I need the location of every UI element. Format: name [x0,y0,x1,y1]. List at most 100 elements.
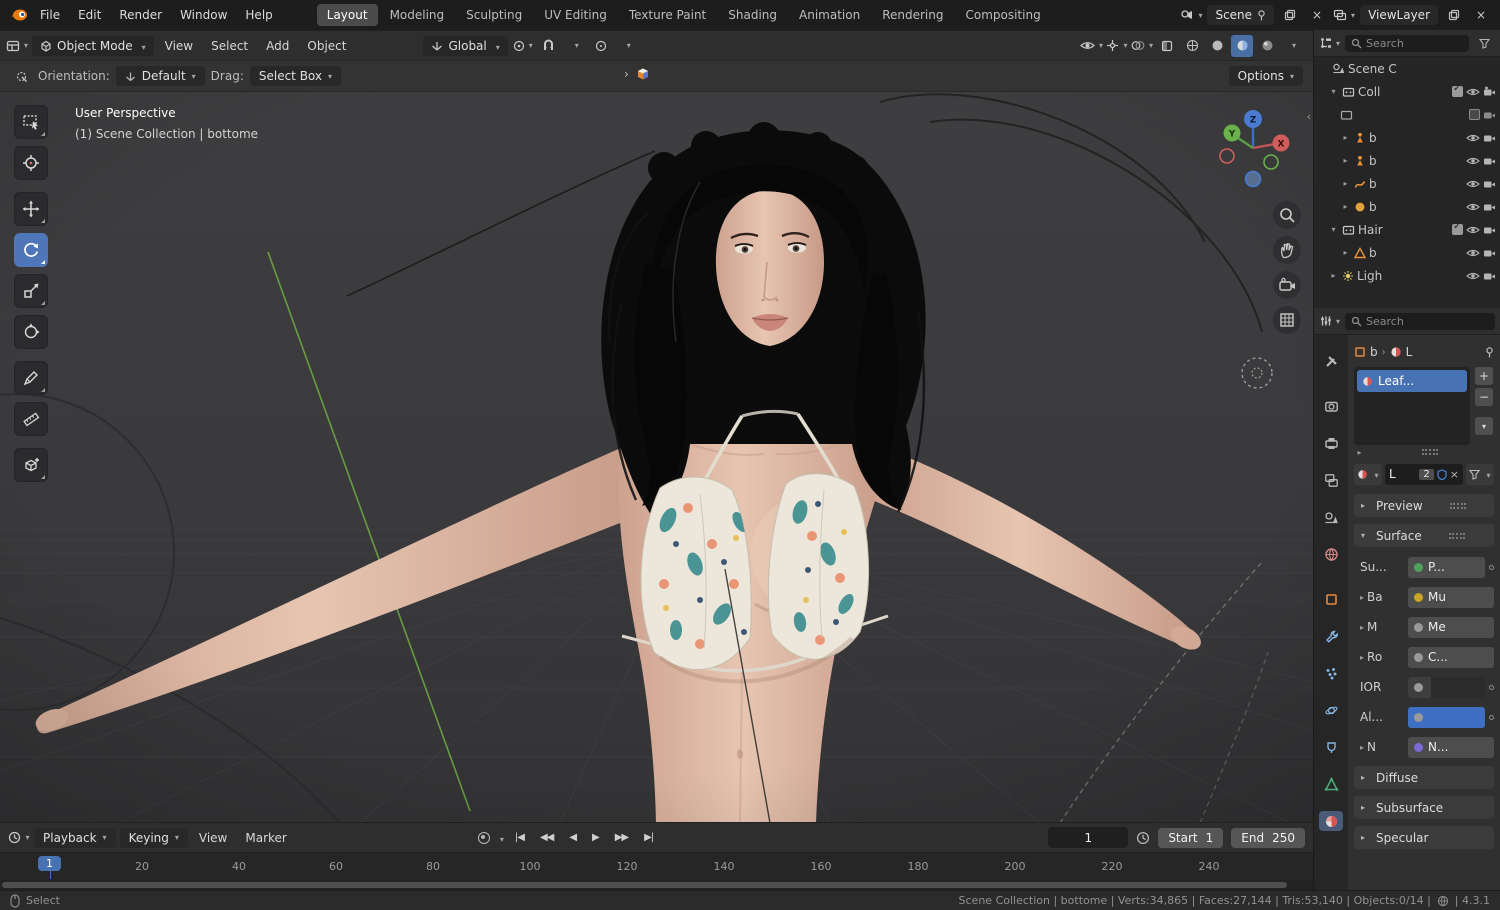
outliner-editor-type-button[interactable] [1319,32,1341,54]
tab-world[interactable] [1319,544,1343,564]
expand-icon[interactable] [1360,593,1364,602]
eye-icon[interactable] [1466,248,1480,258]
outliner-row-curves[interactable]: b [1336,172,1500,195]
auto-keyframe-options[interactable] [496,831,504,845]
playhead[interactable]: 1 [38,856,61,879]
camera-visibility-icon[interactable] [1483,224,1496,235]
editor-type-button[interactable] [6,35,28,57]
drag-dropdown[interactable]: Select Box [249,66,342,86]
current-frame-field[interactable] [1048,827,1129,848]
menu-select[interactable]: Select [204,36,255,56]
tool-measure[interactable] [14,402,48,436]
tab-view-layer[interactable] [1319,470,1343,490]
tab-uv-editing[interactable]: UV Editing [534,4,617,26]
camera-visibility-icon[interactable] [1483,155,1496,166]
tab-modifiers[interactable] [1319,626,1343,646]
object-visibility-button[interactable] [1080,35,1103,57]
tab-material[interactable] [1319,811,1343,831]
gizmos-button[interactable] [1106,35,1128,57]
collection-checkbox[interactable] [1469,109,1480,120]
collection-checkbox[interactable] [1452,83,1463,97]
options-dropdown[interactable]: Options [1228,66,1303,86]
tool-transform[interactable] [14,315,48,349]
outliner-row-surface[interactable]: b [1336,195,1500,218]
camera-visibility-icon[interactable] [1483,86,1496,97]
mode-selector[interactable]: Object Mode [32,35,154,56]
timeline-menu-marker[interactable]: Marker [238,828,293,848]
roughness-button[interactable]: C... [1408,646,1494,668]
gizmo-y-label[interactable]: Y [1228,130,1236,140]
tp-play[interactable] [587,830,604,845]
properties-search[interactable] [1345,312,1495,330]
outliner-row-armature-1[interactable]: b [1336,126,1500,149]
tool-annotate[interactable] [14,361,48,395]
tp-prev-key[interactable] [535,830,558,845]
proportional-falloff-button[interactable] [616,35,638,57]
tab-output[interactable] [1319,433,1343,453]
header-collapse-icon[interactable]: › [624,67,629,81]
timeline-editor-type-button[interactable] [8,827,30,849]
transform-orientation-selector[interactable]: Global [423,35,508,56]
camera-visibility-icon[interactable] [1483,270,1496,281]
tab-animation[interactable]: Animation [789,4,870,26]
outliner-search-input[interactable] [1366,36,1463,50]
eye-icon[interactable] [1466,179,1480,189]
tab-scene[interactable] [1319,507,1343,527]
tool-scale[interactable] [14,274,48,308]
scene-copy-icon[interactable] [1279,4,1301,26]
menu-edit[interactable]: Edit [70,5,109,25]
tab-object[interactable] [1319,589,1343,609]
viewlayer-remove-icon[interactable]: × [1470,4,1492,26]
zoom-button[interactable] [1273,201,1301,229]
playback-dropdown[interactable]: Playback [34,827,116,848]
gizmo-x-label[interactable]: X [1278,140,1285,150]
panel-preview[interactable]: Preview [1354,494,1494,517]
axes-cube-icon[interactable] [635,66,651,82]
outliner-row-hair-collection[interactable]: Hair [1324,218,1500,241]
outliner-search[interactable] [1345,34,1469,52]
menu-object[interactable]: Object [300,36,353,56]
browse-material-button[interactable] [1354,463,1382,485]
ortho-toggle-button[interactable] [1273,306,1301,334]
tp-play-rev[interactable] [564,830,581,845]
breadcrumb-object[interactable]: b [1370,345,1378,359]
camera-view-button[interactable] [1273,271,1301,299]
pan-hand-button[interactable] [1273,236,1301,264]
tp-next-key[interactable] [610,830,633,845]
eye-icon[interactable] [1466,133,1480,143]
tab-object-data[interactable] [1319,774,1343,794]
camera-visibility-icon[interactable] [1483,247,1496,258]
tab-render[interactable] [1319,396,1343,416]
eye-icon[interactable] [1466,202,1480,212]
remove-slot-button[interactable] [1475,388,1493,406]
scene-selector[interactable]: Scene [1207,5,1275,25]
outliner-row-light[interactable]: Ligh [1324,264,1500,287]
blender-logo-icon[interactable] [8,4,30,26]
tab-rendering[interactable]: Rendering [872,4,953,26]
viewlayer-selector[interactable]: ViewLayer [1360,5,1438,25]
snap-toggle-button[interactable] [538,35,560,57]
eye-icon[interactable] [1466,271,1480,281]
shading-wireframe-button[interactable] [1181,35,1203,57]
tab-modeling[interactable]: Modeling [380,4,455,26]
menu-add[interactable]: Add [259,36,296,56]
menu-view[interactable]: View [158,36,200,56]
scene-unlink-icon[interactable]: × [1306,4,1328,26]
tab-physics[interactable] [1319,700,1343,720]
tool-add-primitive[interactable] [14,448,48,482]
tab-particles[interactable] [1319,663,1343,683]
timeline-ruler[interactable]: 1 20 40 60 80 100 120 140 160 180 200 22… [0,852,1313,880]
list-resize-grip[interactable] [1421,449,1438,455]
outliner-filter-icon[interactable] [1473,32,1495,54]
menu-render[interactable]: Render [111,5,170,25]
outliner-row-collection[interactable]: Coll [1324,80,1500,103]
camera-visibility-icon[interactable] [1483,132,1496,143]
animate-dot[interactable] [1489,564,1494,570]
viewlayer-browse-icon[interactable] [1333,4,1355,26]
unlink-material-icon[interactable]: × [1450,468,1459,481]
disclosure-icon[interactable] [1340,202,1351,211]
disclosure-icon[interactable] [1328,271,1339,280]
expand-icon[interactable] [1360,653,1364,662]
tab-compositing[interactable]: Compositing [955,4,1050,26]
tool-rotate[interactable] [14,233,48,267]
